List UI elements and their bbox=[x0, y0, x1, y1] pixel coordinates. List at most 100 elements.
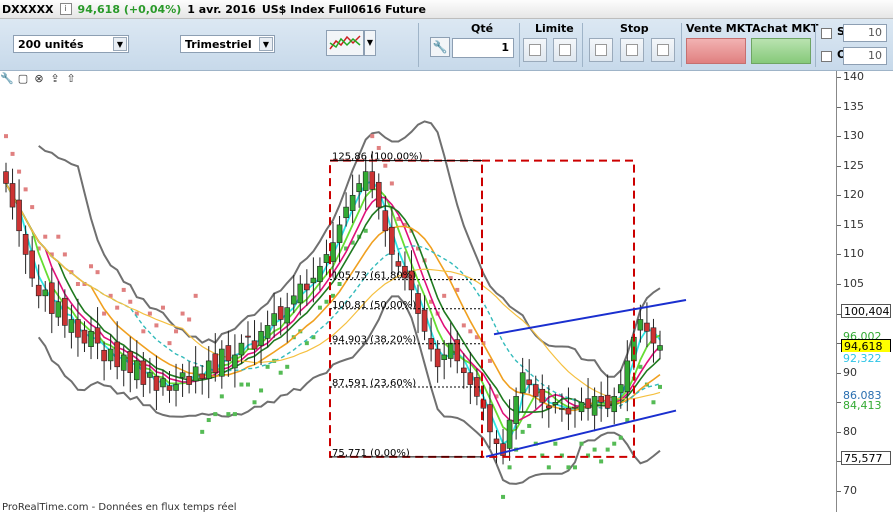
sar-dot bbox=[226, 412, 231, 417]
quote-date: 1 avr. 2016 bbox=[187, 2, 256, 16]
stop-button-1[interactable] bbox=[589, 38, 613, 62]
candle-body bbox=[382, 210, 389, 232]
period-select[interactable]: Trimestriel ▼ bbox=[180, 35, 275, 53]
quantity-select[interactable]: 200 unités ▼ bbox=[13, 35, 129, 53]
candle-body bbox=[434, 348, 441, 368]
candle-body bbox=[657, 345, 663, 351]
sar-dot bbox=[23, 187, 28, 192]
maximize-icon[interactable]: ⇧ bbox=[64, 72, 78, 86]
axis-tick-label: 115 bbox=[843, 217, 864, 231]
instrument-name: US$ Index Full0616 Future bbox=[261, 2, 426, 16]
axis-tick-mark bbox=[837, 106, 841, 108]
sar-dot bbox=[324, 299, 329, 304]
sar-dot bbox=[612, 441, 617, 446]
window-icon[interactable]: ▢ bbox=[16, 72, 30, 86]
sar-dot bbox=[389, 181, 394, 186]
price-chart[interactable]: 125,86 (100,00%) 105,73 (61,80%) 100,81 (5… bbox=[0, 71, 836, 512]
qty-label: Qté bbox=[471, 22, 494, 35]
candle-body bbox=[166, 385, 173, 391]
fib-box-right bbox=[481, 159, 635, 458]
sar-dot bbox=[599, 459, 604, 464]
candle-body bbox=[460, 367, 467, 374]
toolbar-separator bbox=[582, 23, 583, 67]
candle-body bbox=[546, 405, 552, 409]
sar-dot bbox=[167, 341, 172, 346]
info-icon[interactable]: i bbox=[59, 3, 72, 15]
sar-dot bbox=[239, 382, 244, 387]
axis-tick-mark bbox=[837, 224, 841, 226]
candle-body bbox=[3, 171, 9, 184]
sar-dot bbox=[154, 323, 159, 328]
wrench-icon[interactable]: 🔧 bbox=[0, 72, 14, 86]
sar-dot bbox=[95, 270, 100, 275]
candle-body bbox=[225, 345, 232, 362]
chevron-down-icon[interactable]: ▼ bbox=[259, 37, 273, 51]
sar-dot bbox=[200, 429, 205, 434]
candle-body bbox=[107, 348, 114, 362]
s-checkbox[interactable] bbox=[821, 28, 832, 39]
price-level-label: 94,618 bbox=[841, 338, 891, 353]
price-level-label: 100,404 bbox=[841, 304, 891, 319]
sar-dot bbox=[546, 465, 551, 470]
candle-body bbox=[362, 171, 369, 191]
candle-body bbox=[264, 325, 271, 339]
candle-body bbox=[212, 353, 219, 374]
sar-dot bbox=[553, 441, 558, 446]
sell-market-button[interactable] bbox=[686, 38, 746, 64]
sar-dot bbox=[147, 311, 152, 316]
candle-body bbox=[147, 372, 153, 378]
candle-body bbox=[179, 372, 186, 378]
chart-area[interactable]: 125,86 (100,00%) 105,73 (61,80%) 100,81 (5… bbox=[0, 71, 836, 512]
candle-body bbox=[447, 342, 454, 359]
candle-body bbox=[506, 419, 513, 449]
candle-body bbox=[62, 297, 68, 326]
candle-body bbox=[42, 289, 49, 297]
s-input[interactable]: 10 bbox=[843, 24, 887, 42]
export-icon[interactable]: ⇪ bbox=[48, 72, 62, 86]
axis-tick-mark bbox=[837, 195, 841, 197]
candle-body bbox=[604, 394, 611, 409]
sar-dot bbox=[4, 134, 8, 139]
buy-market-button[interactable] bbox=[751, 38, 811, 64]
sar-dot bbox=[501, 494, 506, 499]
axis-tick-mark bbox=[837, 372, 841, 374]
o-checkbox[interactable] bbox=[821, 51, 832, 62]
sar-dot bbox=[115, 305, 120, 310]
candle-body bbox=[513, 396, 519, 424]
price-level-label: 84,413 bbox=[841, 398, 891, 413]
candle-body bbox=[48, 282, 55, 314]
chevron-down-icon[interactable]: ▼ bbox=[113, 37, 127, 51]
order-icon bbox=[559, 44, 571, 56]
candle-body bbox=[16, 199, 22, 232]
candle-body bbox=[160, 378, 166, 388]
sar-dot bbox=[265, 364, 270, 369]
stop-button-2[interactable] bbox=[620, 38, 644, 62]
limit-buy-button[interactable] bbox=[523, 38, 547, 62]
sar-dot bbox=[180, 311, 185, 316]
footer-text: ProRealTime.com - Données en flux temps … bbox=[2, 502, 237, 513]
sar-dot bbox=[102, 311, 107, 316]
candle-body bbox=[578, 401, 585, 413]
candle-body bbox=[591, 396, 598, 416]
sar-dot bbox=[592, 447, 597, 452]
sar-dot bbox=[30, 205, 35, 210]
candle-body bbox=[29, 250, 35, 279]
candle-body bbox=[395, 261, 402, 267]
o-input[interactable]: 10 bbox=[843, 47, 887, 65]
candle-body bbox=[173, 384, 179, 391]
indicator-dropdown-chevron-icon[interactable]: ▼ bbox=[364, 30, 376, 56]
toolbar-separator bbox=[815, 23, 816, 67]
candle-body bbox=[290, 295, 297, 305]
axis-tick-mark bbox=[837, 431, 841, 433]
sar-dot bbox=[461, 323, 466, 328]
wrench-icon[interactable]: 🔧 bbox=[430, 37, 450, 57]
sar-dot bbox=[187, 317, 192, 322]
price-axis[interactable]: 1401351301251201151101051009590858075701… bbox=[836, 70, 893, 512]
indicator-chart-button[interactable] bbox=[326, 30, 364, 56]
candle-body bbox=[323, 254, 330, 264]
qty-input[interactable]: 1 bbox=[452, 38, 514, 58]
close-icon[interactable]: ⊗ bbox=[32, 72, 46, 86]
limit-sell-button[interactable] bbox=[553, 38, 577, 62]
candle-body bbox=[617, 384, 624, 394]
stop-button-3[interactable] bbox=[651, 38, 675, 62]
